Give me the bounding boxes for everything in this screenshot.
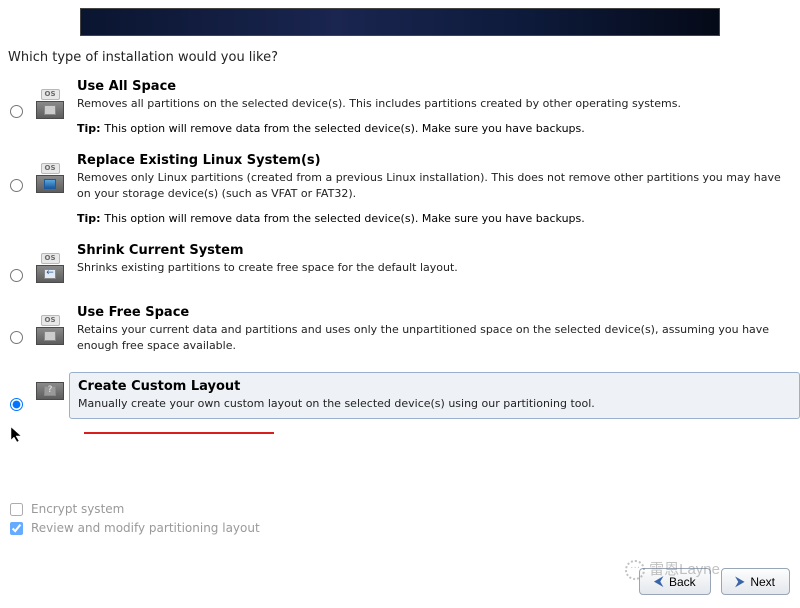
tip-label: Tip: xyxy=(77,122,104,135)
drive-icon: OS xyxy=(33,315,67,349)
option-title: Replace Existing Linux System(s) xyxy=(77,153,782,168)
option-title: Use All Space xyxy=(77,79,782,94)
drive-body-icon: ← xyxy=(36,265,64,283)
option-title: Create Custom Layout xyxy=(78,379,791,394)
option-description: Manually create your own custom layout o… xyxy=(78,396,791,412)
option-tip: Tip: This option will remove data from t… xyxy=(77,212,782,225)
tip-text: This option will remove data from the se… xyxy=(104,212,584,225)
option-body: Use Free Space Retains your current data … xyxy=(77,305,792,354)
highlight-underline xyxy=(84,432,274,434)
option-description: Removes only Linux partitions (created f… xyxy=(77,170,782,202)
drive-icon: ? xyxy=(33,382,67,416)
drive-icon: OS xyxy=(33,89,67,123)
next-button[interactable]: ⮞ Next xyxy=(721,568,790,595)
review-layout-row[interactable]: Review and modify partitioning layout xyxy=(10,521,260,535)
tip-label: Tip: xyxy=(77,212,104,225)
option-body: Create Custom Layout Manually create your… xyxy=(69,372,800,419)
tip-text: This option will remove data from the se… xyxy=(104,122,584,135)
prompt-text: Which type of installation would you lik… xyxy=(8,50,800,65)
option-body: Shrink Current System Shrinks existing pa… xyxy=(77,243,792,276)
mouse-cursor-icon xyxy=(11,427,23,447)
review-layout-label: Review and modify partitioning layout xyxy=(31,521,260,535)
drive-icon: OS xyxy=(33,163,67,197)
install-options-list: OS Use All Space Removes all partitions on… xyxy=(8,73,792,431)
option-use-all-space[interactable]: OS Use All Space Removes all partitions on… xyxy=(8,73,792,147)
option-description: Removes all partitions on the selected d… xyxy=(77,96,782,112)
drive-inner-icon: ? xyxy=(44,386,56,396)
option-use-free-space[interactable]: OS Use Free Space Retains your current dat… xyxy=(8,299,792,366)
os-badge: OS xyxy=(41,253,60,264)
drive-inner-icon xyxy=(44,105,56,115)
drive-inner-icon: ← xyxy=(44,269,56,279)
option-body: Use All Space Removes all partitions on t… xyxy=(77,79,792,135)
os-badge: OS xyxy=(41,315,60,326)
option-radio-use-all-space[interactable] xyxy=(10,105,23,118)
option-radio-use-free-space[interactable] xyxy=(10,331,23,344)
option-title: Use Free Space xyxy=(77,305,782,320)
watermark: 雷恩Layne xyxy=(625,558,720,580)
option-shrink-system[interactable]: OS ← Shrink Current System Shrinks existing… xyxy=(8,237,792,299)
encrypt-system-label: Encrypt system xyxy=(31,502,124,516)
option-tip: Tip: This option will remove data from t… xyxy=(77,122,782,135)
drive-body-icon xyxy=(36,327,64,345)
option-title: Shrink Current System xyxy=(77,243,782,258)
option-radio-custom-layout[interactable] xyxy=(10,398,23,411)
arrow-right-icon: ⮞ xyxy=(736,574,745,589)
drive-body-icon: ? xyxy=(36,382,64,400)
option-description: Retains your current data and partitions… xyxy=(77,322,782,354)
drive-icon: OS ← xyxy=(33,253,67,287)
header-banner xyxy=(80,8,720,36)
option-description: Shrinks existing partitions to create fr… xyxy=(77,260,782,276)
drive-body-icon xyxy=(36,175,64,193)
next-button-label: Next xyxy=(750,575,775,589)
lower-options: Encrypt system Review and modify partiti… xyxy=(10,502,260,540)
option-body: Replace Existing Linux System(s) Removes … xyxy=(77,153,792,225)
drive-inner-icon xyxy=(44,331,56,341)
option-radio-shrink-system[interactable] xyxy=(10,269,23,282)
encrypt-system-row[interactable]: Encrypt system xyxy=(10,502,260,516)
encrypt-system-checkbox[interactable] xyxy=(10,503,23,516)
drive-inner-icon xyxy=(44,179,56,189)
option-radio-replace-linux[interactable] xyxy=(10,179,23,192)
drive-body-icon xyxy=(36,101,64,119)
os-badge: OS xyxy=(41,163,60,174)
review-layout-checkbox[interactable] xyxy=(10,522,23,535)
option-replace-linux[interactable]: OS Replace Existing Linux System(s) Remove… xyxy=(8,147,792,237)
os-badge: OS xyxy=(41,89,60,100)
cursor-svg xyxy=(11,427,23,443)
watermark-icon xyxy=(625,560,645,580)
option-custom-layout[interactable]: ? Create Custom Layout Manually create you… xyxy=(8,366,792,431)
